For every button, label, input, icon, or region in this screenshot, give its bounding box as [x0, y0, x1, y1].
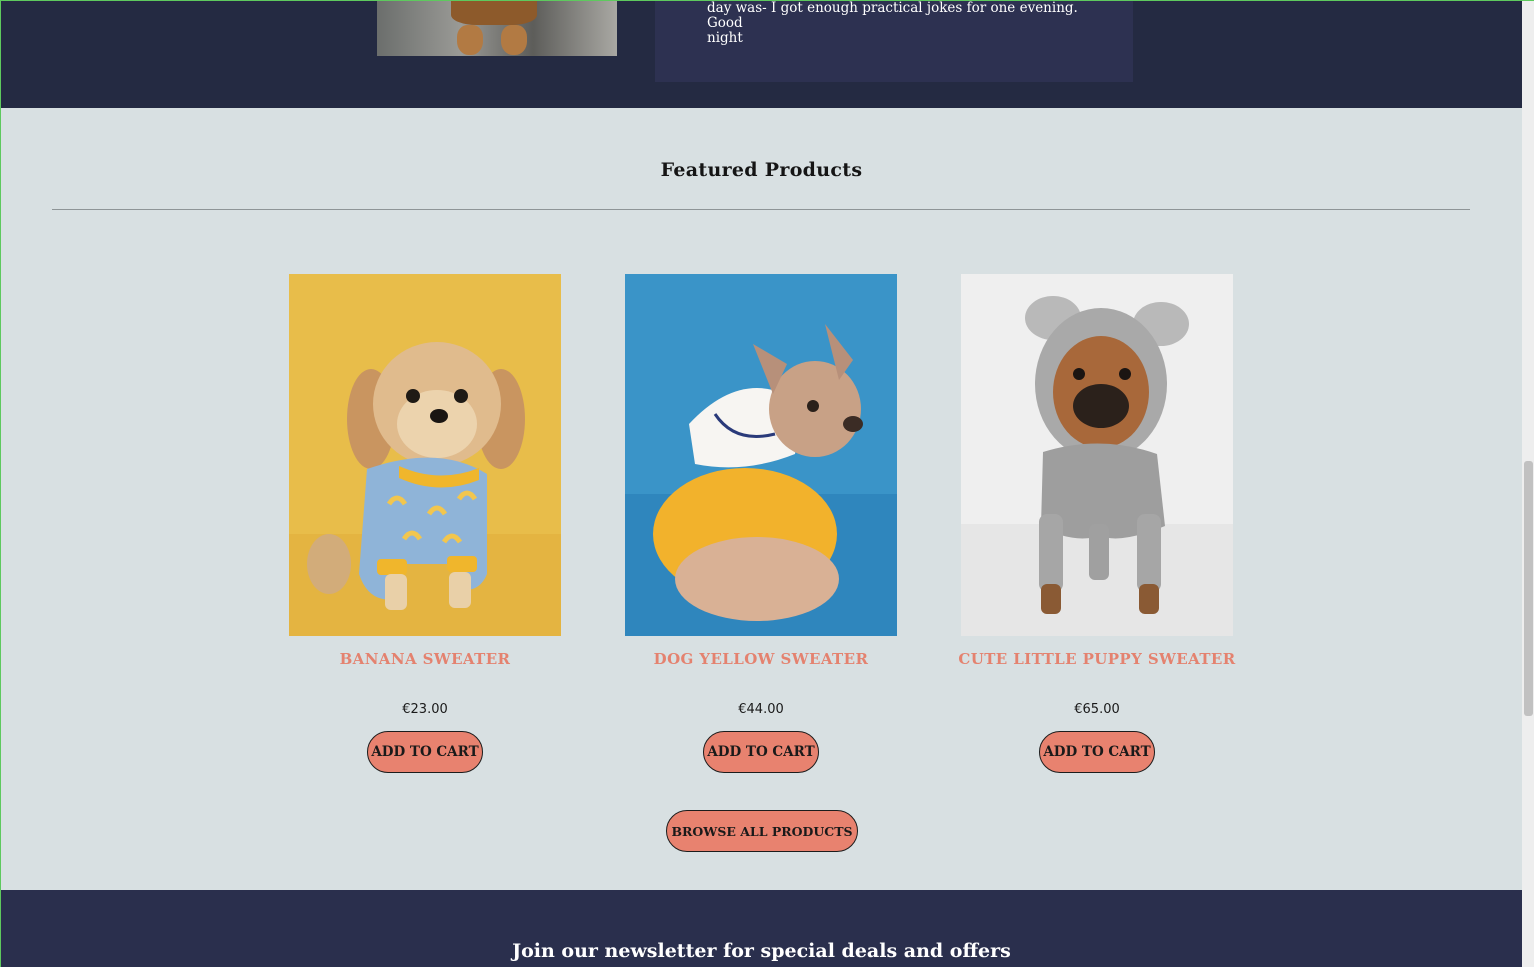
section-divider — [52, 209, 1470, 210]
scrollbar-thumb[interactable] — [1524, 461, 1533, 716]
product-image-banana-sweater[interactable] — [289, 274, 561, 636]
product-image-dog-yellow-sweater[interactable] — [625, 274, 897, 636]
testimonial-text-line: day was- I got enough practical jokes fo… — [707, 0, 1078, 31]
product-name[interactable]: DOG YELLOW SWEATER — [585, 650, 937, 668]
product-price: €23.00 — [402, 702, 448, 717]
featured-products-title: Featured Products — [660, 159, 863, 181]
product-name[interactable]: BANANA SWEATER — [249, 650, 601, 668]
add-to-cart-button[interactable]: ADD TO CART — [1039, 731, 1155, 773]
product-card: CUTE LITTLE PUPPY SWEATER €65.00 ADD TO … — [958, 274, 1235, 774]
newsletter-section: Join our newsletter for special deals an… — [1, 890, 1522, 967]
testimonial-text-line: night — [707, 30, 743, 46]
browse-all-products-button[interactable]: BROWSE ALL PRODUCTS — [666, 810, 858, 852]
product-card: BANANA SWEATER €23.00 ADD TO CART — [289, 274, 561, 774]
product-name[interactable]: CUTE LITTLE PUPPY SWEATER — [921, 650, 1273, 668]
product-price: €44.00 — [738, 702, 784, 717]
testimonial-section: day was- I got enough practical jokes fo… — [1, 1, 1522, 108]
newsletter-title: Join our newsletter for special deals an… — [512, 940, 1011, 962]
add-to-cart-button[interactable]: ADD TO CART — [703, 731, 819, 773]
testimonial-card: day was- I got enough practical jokes fo… — [655, 1, 1133, 82]
product-price: €65.00 — [1074, 702, 1120, 717]
testimonial-text: day was- I got enough practical jokes fo… — [707, 1, 1107, 46]
add-to-cart-button[interactable]: ADD TO CART — [367, 731, 483, 773]
product-card: DOG YELLOW SWEATER €44.00 ADD TO CART — [625, 274, 897, 774]
testimonial-dog-photo — [377, 1, 617, 56]
product-image-cute-little-puppy-sweater[interactable] — [961, 274, 1233, 636]
